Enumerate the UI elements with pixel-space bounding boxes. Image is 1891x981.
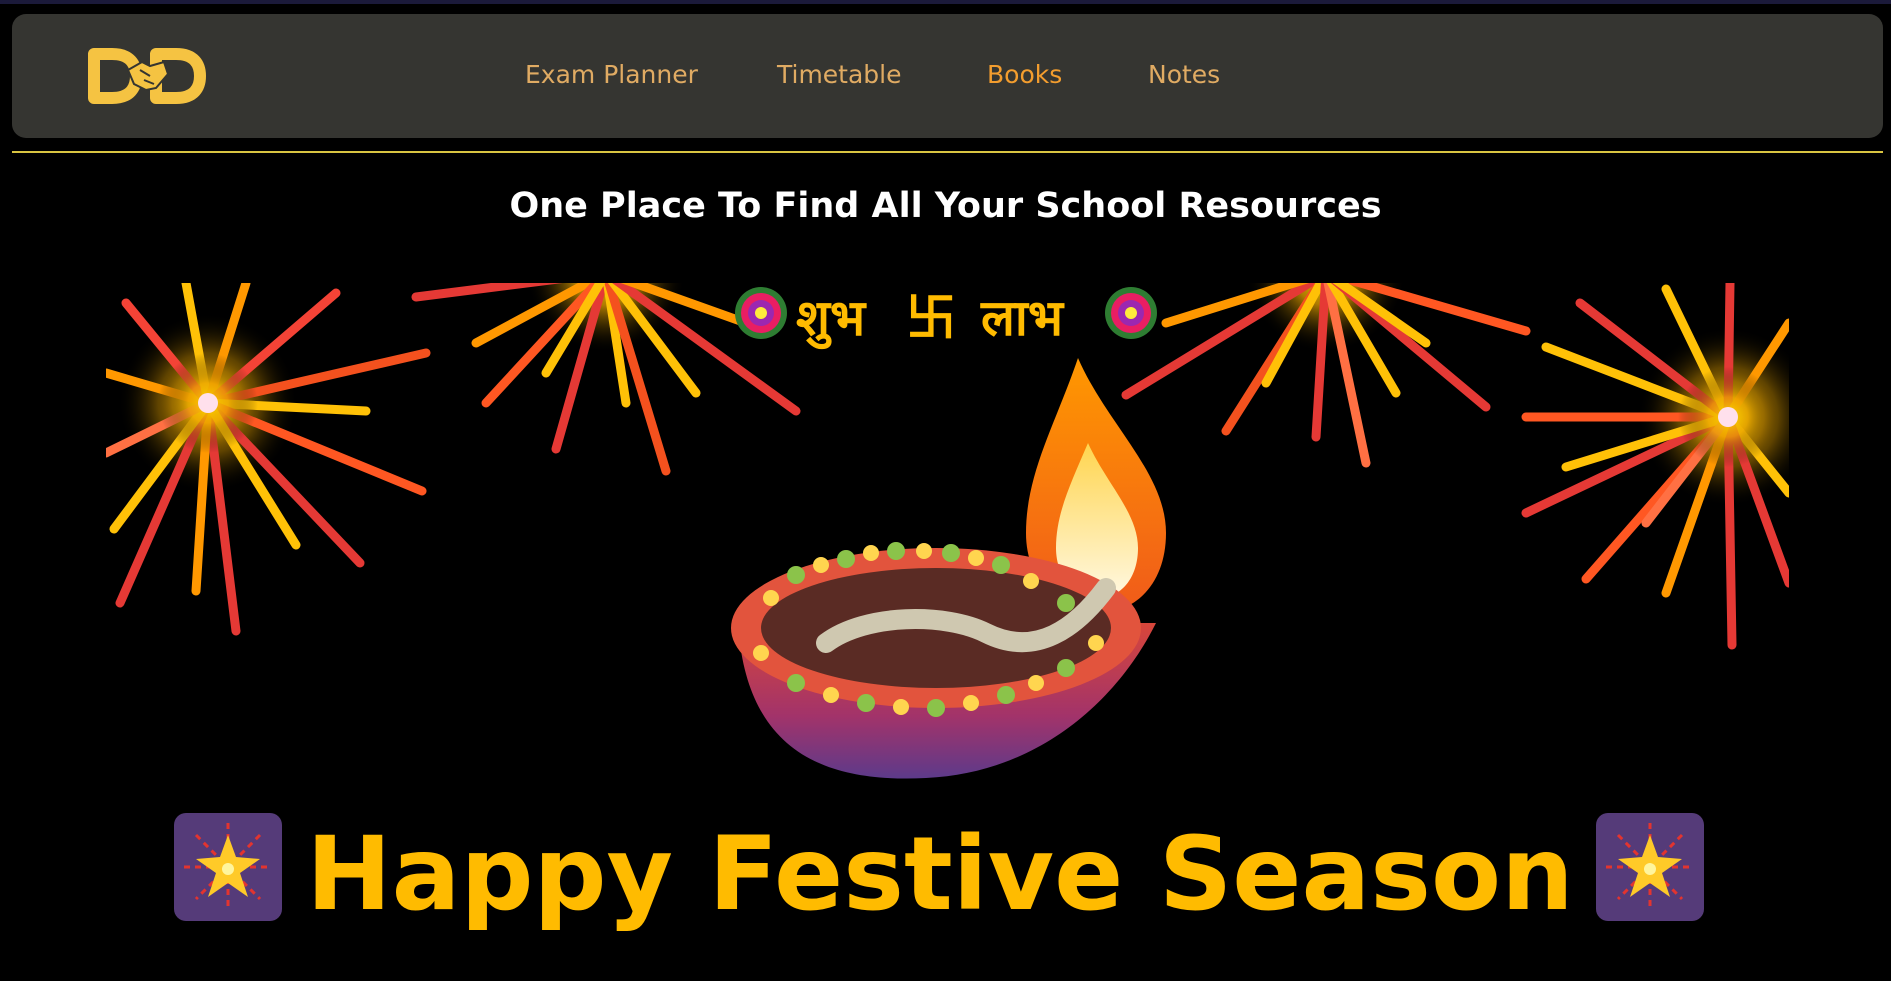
rangoli-left-icon <box>735 287 787 339</box>
nav-books[interactable]: Books <box>987 60 1062 89</box>
rangoli-right-icon <box>1105 287 1157 339</box>
labh-text: लाभ <box>980 289 1065 347</box>
sparkler-right-icon <box>1594 811 1706 923</box>
navbar <box>12 14 1883 138</box>
top-border <box>0 0 1891 4</box>
festive-banner-image: शुभ 卐 लाभ Happy Festive Season <box>106 283 1789 945</box>
fireworks-right <box>1521 283 1789 650</box>
page-headline: One Place To Find All Your School Resour… <box>509 186 1382 226</box>
greeting-text: Happy Festive Season <box>306 815 1573 934</box>
nav-exam-planner[interactable]: Exam Planner <box>525 60 698 89</box>
handshake-logo-icon <box>88 48 206 104</box>
nav-timetable[interactable]: Timetable <box>777 60 902 89</box>
header-divider <box>12 151 1883 153</box>
sparkler-left-icon <box>172 811 284 923</box>
logo-link[interactable] <box>84 48 208 104</box>
nav-notes[interactable]: Notes <box>1148 60 1220 89</box>
shubh-text: शुभ <box>796 289 867 350</box>
fireworks-left <box>106 283 431 636</box>
fireworks-top-right <box>1121 283 1531 468</box>
swastik-symbol: 卐 <box>906 289 956 347</box>
diya-lamp-icon <box>731 358 1166 779</box>
